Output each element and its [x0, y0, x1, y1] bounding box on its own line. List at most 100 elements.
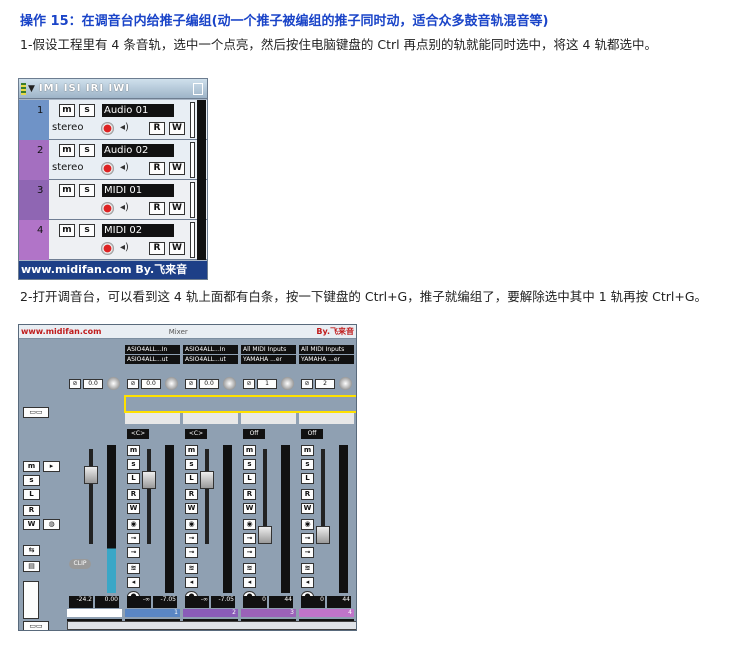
read-button[interactable]: R	[243, 489, 256, 500]
track-row[interactable]: 4 m s MIDI 02 ◂) R W	[19, 220, 207, 260]
settings-icon[interactable]: ◍	[43, 519, 60, 530]
read-button[interactable]: R	[149, 242, 165, 255]
listen-all-button[interactable]: L	[23, 489, 40, 500]
group-bar[interactable]	[183, 412, 238, 424]
send-icon[interactable]: ⊸	[127, 547, 140, 558]
read-button[interactable]: R	[185, 489, 198, 500]
monitor-icon[interactable]: ◂)	[120, 162, 129, 173]
output-routing[interactable]: ASIO4ALL...ut	[183, 355, 238, 364]
pan-display[interactable]: Off	[301, 429, 323, 439]
solo-button[interactable]: s	[79, 104, 95, 117]
meter-icon[interactable]: ▸	[43, 461, 60, 472]
mute-button[interactable]: m	[127, 445, 140, 456]
write-button[interactable]: W	[169, 242, 185, 255]
clip-indicator[interactable]: CLIP	[69, 559, 91, 569]
send-icon[interactable]: ⊸	[301, 547, 314, 558]
record-enable-icon[interactable]	[101, 122, 114, 135]
gain-value[interactable]: 0.0	[199, 379, 219, 389]
write-button[interactable]: W	[127, 503, 140, 514]
dropdown-arrow-icon[interactable]: ▼	[28, 84, 35, 94]
track-name[interactable]: Audio 02	[102, 144, 174, 157]
edit-icon[interactable]: ◉	[127, 519, 140, 530]
pan-display[interactable]: <C>	[127, 429, 149, 439]
listen-button[interactable]: L	[127, 473, 140, 484]
mute-button[interactable]: m	[59, 104, 75, 117]
read-all-button[interactable]: R	[23, 505, 40, 516]
gain-knob[interactable]	[281, 377, 294, 390]
mute-button[interactable]: m	[185, 445, 198, 456]
read-button[interactable]: R	[127, 489, 140, 500]
record-enable-icon[interactable]	[101, 202, 114, 215]
monitor-icon[interactable]: ◂)	[120, 242, 129, 253]
output-routing[interactable]: YAMAHA ...er	[241, 355, 296, 364]
track-name[interactable]: MIDI 02	[102, 224, 174, 237]
gain-value[interactable]: 0.0	[141, 379, 161, 389]
save-icon[interactable]: ▤	[23, 561, 40, 572]
bypass-icon[interactable]: ⊘	[301, 379, 313, 389]
volume-fader[interactable]	[142, 471, 156, 489]
volume-fader[interactable]	[316, 526, 330, 544]
channel-view-button[interactable]: ▭▭	[23, 621, 49, 630]
write-button[interactable]: W	[301, 503, 314, 514]
solo-button[interactable]: s	[185, 459, 198, 470]
record-enable-icon[interactable]	[101, 162, 114, 175]
insert-icon[interactable]: ⊸	[301, 533, 314, 544]
solo-button[interactable]: s	[301, 459, 314, 470]
insert-icon[interactable]: ⊸	[127, 533, 140, 544]
record-enable-icon[interactable]	[101, 242, 114, 255]
insert-icon[interactable]: ⊸	[243, 533, 256, 544]
volume-fader[interactable]	[200, 471, 214, 489]
track-name[interactable]: MIDI 01	[102, 184, 174, 197]
gain-value[interactable]: 2	[315, 379, 335, 389]
input-routing[interactable]: All MIDI Inputs	[241, 345, 296, 354]
mute-button[interactable]: m	[59, 144, 75, 157]
eq-icon[interactable]: ≋	[301, 563, 314, 574]
input-routing[interactable]: All MIDI Inputs	[299, 345, 354, 354]
gain-knob[interactable]	[165, 377, 178, 390]
bypass-icon[interactable]: ⊘	[185, 379, 197, 389]
monitor-icon[interactable]: ◂)	[120, 122, 129, 133]
listen-button[interactable]: L	[243, 473, 256, 484]
grip-icon[interactable]	[21, 82, 26, 95]
output-routing[interactable]: ASIO4ALL...ut	[125, 355, 180, 364]
gain-knob[interactable]	[107, 377, 120, 390]
write-button[interactable]: W	[169, 162, 185, 175]
write-all-button[interactable]: W	[23, 519, 40, 530]
read-button[interactable]: R	[149, 162, 165, 175]
solo-button[interactable]: s	[79, 144, 95, 157]
group-bar[interactable]	[125, 412, 180, 424]
header-buttons[interactable]: IMI ISI IRI IWI	[39, 83, 193, 94]
bypass-icon[interactable]: ⊘	[127, 379, 139, 389]
solo-button[interactable]: s	[243, 459, 256, 470]
listen-button[interactable]: L	[185, 473, 198, 484]
eq-icon[interactable]: ≋	[185, 563, 198, 574]
group-bar[interactable]	[299, 412, 354, 424]
gain-knob[interactable]	[339, 377, 352, 390]
window-icon[interactable]	[193, 82, 203, 95]
insert-icon[interactable]: ⊸	[185, 533, 198, 544]
gain-knob[interactable]	[223, 377, 236, 390]
bypass-icon[interactable]: ⊘	[69, 379, 81, 389]
view-options-button[interactable]: ▭▭	[23, 407, 49, 418]
volume-fader[interactable]	[84, 466, 98, 484]
solo-button[interactable]: s	[79, 184, 95, 197]
read-button[interactable]: R	[149, 202, 165, 215]
pan-display[interactable]: <C>	[185, 429, 207, 439]
track-row[interactable]: 1 m s Audio 01 stereo ◂) R W	[19, 100, 207, 140]
keyboard-icon[interactable]	[23, 581, 39, 619]
write-button[interactable]: W	[169, 202, 185, 215]
group-bar[interactable]	[241, 412, 296, 424]
pan-display[interactable]: Off	[243, 429, 265, 439]
send-icon[interactable]: ⊸	[185, 547, 198, 558]
monitor-icon[interactable]: ◂	[301, 577, 314, 588]
gain-value[interactable]: 1	[257, 379, 277, 389]
track-name[interactable]: Audio 01	[102, 104, 174, 117]
solo-button[interactable]: s	[79, 224, 95, 237]
track-row[interactable]: 2 m s Audio 02 stereo ◂) R W	[19, 140, 207, 180]
mute-all-button[interactable]: m	[23, 461, 40, 472]
monitor-icon[interactable]: ◂	[243, 577, 256, 588]
monitor-icon[interactable]: ◂	[127, 577, 140, 588]
solo-button[interactable]: s	[127, 459, 140, 470]
monitor-icon[interactable]: ◂	[185, 577, 198, 588]
read-button[interactable]: R	[149, 122, 165, 135]
